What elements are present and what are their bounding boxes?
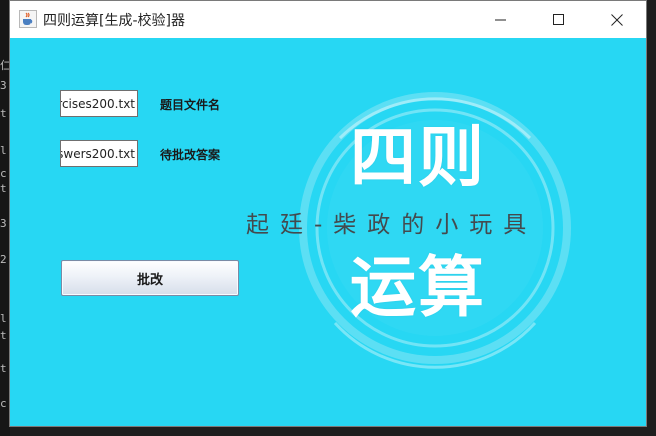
maximize-icon	[553, 13, 564, 25]
close-icon	[611, 13, 623, 26]
maximize-button[interactable]	[530, 1, 588, 38]
exercise-file-input[interactable]: Exercises200.txt	[60, 90, 138, 117]
app-window: 四则运算[生成-校验]器 四则 运算 起廷-柴政的小玩具 cises200.tx…	[9, 0, 647, 427]
title-bar[interactable]: 四则运算[生成-校验]器	[10, 1, 646, 38]
check-button[interactable]: 批改	[61, 260, 239, 296]
logo-subtitle: 起廷-柴政的小玩具	[246, 212, 538, 238]
minimize-button[interactable]	[472, 1, 530, 38]
answer-file-label: 待批改答案	[160, 148, 221, 162]
minimize-icon	[495, 19, 506, 20]
exercise-file-label: 题目文件名	[160, 98, 221, 112]
window-title: 四则运算[生成-校验]器	[43, 13, 185, 29]
answer-file-input[interactable]: Answers200.txt	[60, 140, 138, 167]
close-button[interactable]	[588, 1, 646, 38]
logo-title-line2: 运算	[350, 249, 486, 326]
logo-title-line1: 四则	[350, 119, 486, 196]
main-panel: 四则 运算 起廷-柴政的小玩具 Exercises200.txt 题目文件名 A…	[10, 38, 646, 426]
java-cup-icon	[19, 10, 37, 28]
